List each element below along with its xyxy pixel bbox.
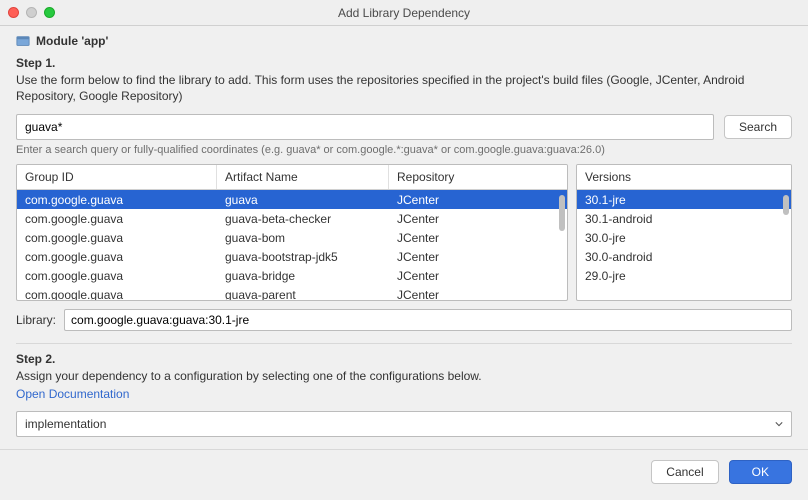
versions-table[interactable]: Versions 30.1-jre30.1-android30.0-jre30.… bbox=[576, 164, 792, 301]
step1-label: Step 1. bbox=[16, 56, 792, 70]
ok-button[interactable]: OK bbox=[729, 460, 792, 484]
cell-repo: JCenter bbox=[389, 212, 567, 226]
chevron-down-icon bbox=[775, 420, 783, 428]
cell-repo: JCenter bbox=[389, 231, 567, 245]
step2-desc: Assign your dependency to a configuratio… bbox=[16, 368, 792, 384]
col-header-repo[interactable]: Repository bbox=[389, 165, 567, 189]
cell-artifact: guava bbox=[217, 193, 389, 207]
cell-group: com.google.guava bbox=[17, 231, 217, 245]
configuration-select[interactable]: implementation bbox=[16, 411, 792, 437]
cell-group: com.google.guava bbox=[17, 212, 217, 226]
cell-repo: JCenter bbox=[389, 193, 567, 207]
module-name: Module 'app' bbox=[36, 34, 108, 48]
col-header-versions[interactable]: Versions bbox=[577, 165, 791, 189]
library-label: Library: bbox=[16, 313, 56, 327]
open-documentation-link[interactable]: Open Documentation bbox=[16, 387, 129, 401]
cell-artifact: guava-bridge bbox=[217, 269, 389, 283]
search-hint: Enter a search query or fully-qualified … bbox=[16, 144, 792, 156]
cell-group: com.google.guava bbox=[17, 269, 217, 283]
cell-repo: JCenter bbox=[389, 269, 567, 283]
cell-artifact: guava-parent bbox=[217, 288, 389, 301]
table-row[interactable]: com.google.guavaguava-bootstrap-jdk5JCen… bbox=[17, 247, 567, 266]
table-row[interactable]: com.google.guavaguava-bomJCenter bbox=[17, 228, 567, 247]
version-row[interactable]: 30.0-android bbox=[577, 247, 791, 266]
cell-artifact: guava-bom bbox=[217, 231, 389, 245]
col-header-group[interactable]: Group ID bbox=[17, 165, 217, 189]
divider bbox=[16, 343, 792, 344]
module-icon bbox=[16, 34, 30, 48]
table-row[interactable]: com.google.guavaguava-beta-checkerJCente… bbox=[17, 209, 567, 228]
table-row[interactable]: com.google.guavaguava-bridgeJCenter bbox=[17, 266, 567, 285]
dialog-footer: Cancel OK bbox=[0, 449, 808, 494]
configuration-value: implementation bbox=[25, 417, 106, 431]
titlebar: Add Library Dependency bbox=[0, 0, 808, 26]
step1-desc: Use the form below to find the library t… bbox=[16, 72, 792, 104]
cell-group: com.google.guava bbox=[17, 288, 217, 301]
table-row[interactable]: com.google.guavaguava-parentJCenter bbox=[17, 285, 567, 300]
col-header-artifact[interactable]: Artifact Name bbox=[217, 165, 389, 189]
module-header: Module 'app' bbox=[16, 34, 792, 48]
versions-header: Versions bbox=[577, 165, 791, 190]
scrollbar-thumb[interactable] bbox=[783, 195, 789, 215]
version-row[interactable]: 30.0-jre bbox=[577, 228, 791, 247]
cell-group: com.google.guava bbox=[17, 250, 217, 264]
step2-label: Step 2. bbox=[16, 352, 792, 366]
cell-artifact: guava-bootstrap-jdk5 bbox=[217, 250, 389, 264]
cell-group: com.google.guava bbox=[17, 193, 217, 207]
cell-artifact: guava-beta-checker bbox=[217, 212, 389, 226]
search-input[interactable] bbox=[16, 114, 714, 140]
table-row[interactable]: com.google.guavaguavaJCenter bbox=[17, 190, 567, 209]
window-title: Add Library Dependency bbox=[0, 6, 808, 20]
cell-repo: JCenter bbox=[389, 250, 567, 264]
search-button[interactable]: Search bbox=[724, 115, 792, 139]
artifacts-table[interactable]: Group ID Artifact Name Repository com.go… bbox=[16, 164, 568, 301]
version-row[interactable]: 30.1-jre bbox=[577, 190, 791, 209]
cell-repo: JCenter bbox=[389, 288, 567, 301]
library-field[interactable] bbox=[64, 309, 792, 331]
scrollbar-thumb[interactable] bbox=[559, 195, 565, 231]
table-header: Group ID Artifact Name Repository bbox=[17, 165, 567, 190]
version-row[interactable]: 29.0-jre bbox=[577, 266, 791, 285]
cancel-button[interactable]: Cancel bbox=[651, 460, 718, 484]
version-row[interactable]: 30.1-android bbox=[577, 209, 791, 228]
